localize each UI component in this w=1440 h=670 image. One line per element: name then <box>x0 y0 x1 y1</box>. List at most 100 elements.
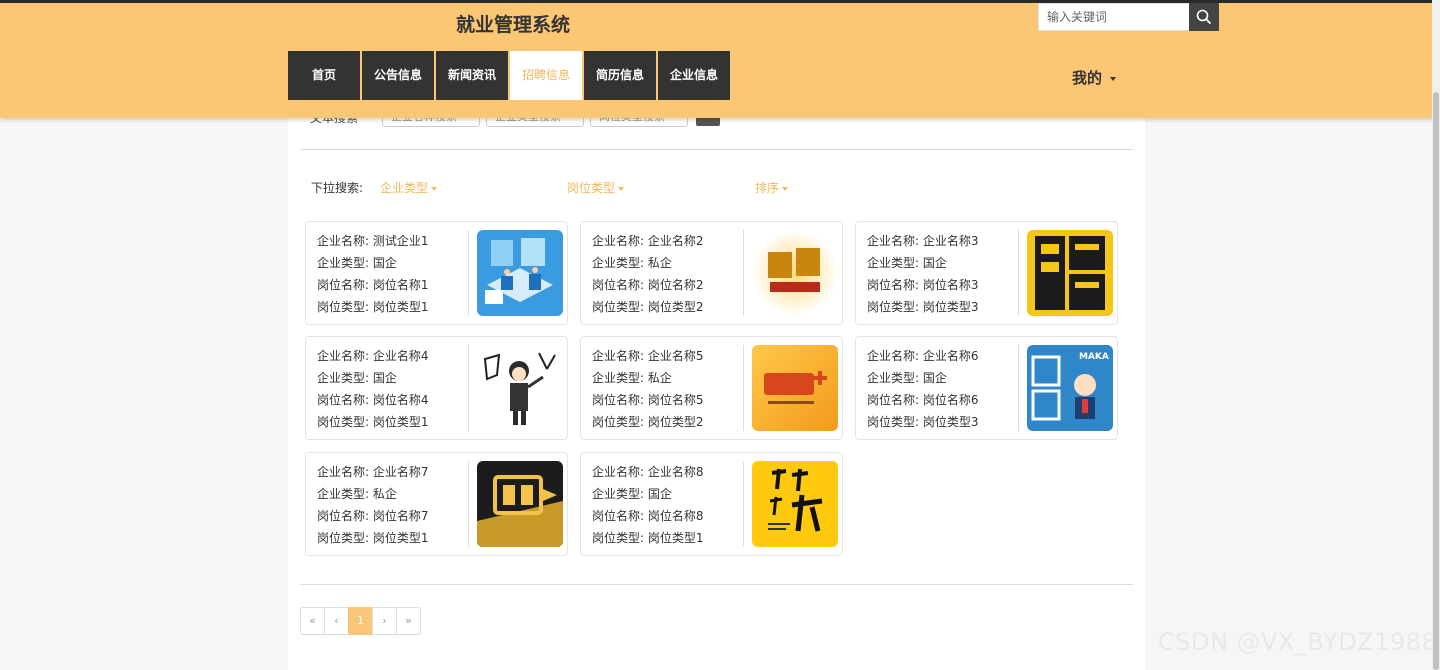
position-name-value: 岗位名称8 <box>647 509 704 523</box>
job-image-maka-jianzhi[interactable]: MAKA <box>1027 345 1113 431</box>
site-header: 就业管理系统 首页 公告信息 新闻资讯 招聘信息 简历信息 企业信息 我的 <box>0 0 1440 118</box>
position-name-label: 岗位名称: <box>592 509 645 523</box>
caret-down-icon <box>431 186 438 191</box>
job-card-info: 企业名称: 企业名称2 企业类型: 私企 岗位名称: 岗位名称2 岗位类型: 岗… <box>592 230 704 318</box>
company-type-dropdown-label: 企业类型 <box>380 181 429 195</box>
job-card[interactable]: 企业名称: 测试企业1 企业类型: 国企 岗位名称: 岗位名称1 岗位类型: 岗… <box>305 221 568 325</box>
position-type-line: 岗位类型: 岗位类型1 <box>317 296 429 318</box>
nav-news[interactable]: 新闻资讯 <box>436 51 508 100</box>
company-name-value: 企业名称5 <box>647 349 704 363</box>
company-name-line: 企业名称: 企业名称7 <box>317 461 429 483</box>
top-border <box>0 0 1440 3</box>
company-type-line: 企业类型: 国企 <box>867 367 979 389</box>
page-scrollbar[interactable] <box>1432 0 1440 670</box>
position-type-line: 岗位类型: 岗位类型2 <box>592 411 704 433</box>
job-card[interactable]: 企业名称: 企业名称7 企业类型: 私企 岗位名称: 岗位名称7 岗位类型: 岗… <box>305 452 568 556</box>
company-type-line: 企业类型: 私企 <box>592 367 704 389</box>
page-1-button[interactable]: 1 <box>348 607 373 635</box>
job-card[interactable]: 企业名称: 企业名称3 企业类型: 国企 岗位名称: 岗位名称3 岗位类型: 岗… <box>855 221 1118 325</box>
user-menu[interactable]: 我的 <box>1072 67 1117 88</box>
scrollbar-thumb[interactable] <box>1433 92 1439 670</box>
search-icon <box>1196 9 1212 25</box>
company-type-dropdown[interactable]: 企业类型 <box>380 179 438 196</box>
position-type-value: 岗位类型3 <box>922 300 979 314</box>
nav-home[interactable]: 首页 <box>288 51 360 100</box>
dropdown-search-label: 下拉搜索: <box>311 181 364 195</box>
nav-companies[interactable]: 企业信息 <box>658 51 730 100</box>
watermark: CSDN @VX_BYDZ1988 <box>1158 628 1438 656</box>
job-image-pin[interactable] <box>1027 230 1113 316</box>
position-name-label: 岗位名称: <box>592 278 645 292</box>
position-type-value: 岗位类型1 <box>647 531 704 545</box>
divider <box>300 149 1133 150</box>
position-type-value: 岗位类型2 <box>647 300 704 314</box>
nav-announcements[interactable]: 公告信息 <box>362 51 434 100</box>
card-separator <box>468 461 469 547</box>
job-card[interactable]: 企业名称: 企业名称8 企业类型: 国企 岗位名称: 岗位名称8 岗位类型: 岗… <box>580 452 843 556</box>
card-separator <box>743 230 744 316</box>
search-button[interactable] <box>1189 3 1219 31</box>
card-separator <box>468 230 469 316</box>
job-image-women-xuyao-ni[interactable] <box>752 461 838 547</box>
position-type-value: 岗位类型2 <box>647 415 704 429</box>
position-type-label: 岗位类型: <box>867 300 920 314</box>
position-type-value: 岗位类型1 <box>372 531 429 545</box>
company-type-value: 国企 <box>372 371 397 385</box>
company-type-value: 国企 <box>922 256 947 270</box>
position-type-label: 岗位类型: <box>592 531 645 545</box>
position-type-value: 岗位类型1 <box>372 415 429 429</box>
keyword-search-input[interactable] <box>1038 3 1189 31</box>
position-name-line: 岗位名称: 岗位名称4 <box>317 389 429 411</box>
company-name-value: 企业名称7 <box>372 465 429 479</box>
nav-resumes[interactable]: 简历信息 <box>584 51 656 100</box>
job-image-pin-dark[interactable] <box>477 461 563 547</box>
job-card[interactable]: 企业名称: 企业名称5 企业类型: 私企 岗位名称: 岗位名称5 岗位类型: 岗… <box>580 336 843 440</box>
position-name-value: 岗位名称5 <box>647 393 704 407</box>
company-type-line: 企业类型: 国企 <box>867 252 979 274</box>
company-type-label: 企业类型: <box>317 371 370 385</box>
nav-recruitment[interactable]: 招聘信息 <box>510 51 582 100</box>
dropdown-search-row: 下拉搜索: 企业类型 岗位类型 排序 <box>311 179 1131 195</box>
job-image-jianzhi[interactable] <box>752 230 838 316</box>
position-name-line: 岗位名称: 岗位名称3 <box>867 274 979 296</box>
last-page-button[interactable]: » <box>396 607 421 635</box>
job-card[interactable]: 企业名称: 企业名称2 企业类型: 私企 岗位名称: 岗位名称2 岗位类型: 岗… <box>580 221 843 325</box>
sort-dropdown[interactable]: 排序 <box>755 179 789 196</box>
company-name-value: 企业名称8 <box>647 465 704 479</box>
company-type-label: 企业类型: <box>867 256 920 270</box>
position-type-dropdown[interactable]: 岗位类型 <box>567 179 625 196</box>
company-name-line: 企业名称: 企业名称8 <box>592 461 704 483</box>
job-card[interactable]: 企业名称: 企业名称4 企业类型: 国企 岗位名称: 岗位名称4 岗位类型: 岗… <box>305 336 568 440</box>
position-type-line: 岗位类型: 岗位类型3 <box>867 411 979 433</box>
next-page-button[interactable]: › <box>372 607 397 635</box>
position-name-line: 岗位名称: 岗位名称5 <box>592 389 704 411</box>
position-name-line: 岗位名称: 岗位名称7 <box>317 505 429 527</box>
divider <box>300 584 1133 585</box>
job-card[interactable]: 企业名称: 企业名称6 企业类型: 国企 岗位名称: 岗位名称6 岗位类型: 岗… <box>855 336 1118 440</box>
position-name-label: 岗位名称: <box>317 509 370 523</box>
position-type-label: 岗位类型: <box>592 300 645 314</box>
caret-down-icon <box>1110 76 1117 81</box>
company-type-label: 企业类型: <box>317 487 370 501</box>
company-name-label: 企业名称: <box>592 234 645 248</box>
position-name-line: 岗位名称: 岗位名称2 <box>592 274 704 296</box>
company-name-value: 企业名称3 <box>922 234 979 248</box>
position-type-line: 岗位类型: 岗位类型1 <box>317 411 429 433</box>
first-page-button[interactable]: « <box>300 607 325 635</box>
position-type-label: 岗位类型: <box>592 415 645 429</box>
prev-page-button[interactable]: ‹ <box>324 607 349 635</box>
company-name-value: 企业名称6 <box>922 349 979 363</box>
job-card-info: 企业名称: 企业名称7 企业类型: 私企 岗位名称: 岗位名称7 岗位类型: 岗… <box>317 461 429 549</box>
company-name-label: 企业名称: <box>317 234 370 248</box>
position-name-label: 岗位名称: <box>592 393 645 407</box>
company-type-value: 国企 <box>647 487 672 501</box>
job-image-zhaoren[interactable] <box>477 345 563 431</box>
position-type-label: 岗位类型: <box>317 415 370 429</box>
position-name-value: 岗位名称6 <box>922 393 979 407</box>
job-image-office[interactable] <box>477 230 563 316</box>
pagination: « ‹ 1 › » <box>300 607 421 635</box>
card-separator <box>468 345 469 431</box>
company-type-line: 企业类型: 国企 <box>592 483 704 505</box>
job-image-zhaopin-plus[interactable] <box>752 345 838 431</box>
position-name-label: 岗位名称: <box>317 393 370 407</box>
